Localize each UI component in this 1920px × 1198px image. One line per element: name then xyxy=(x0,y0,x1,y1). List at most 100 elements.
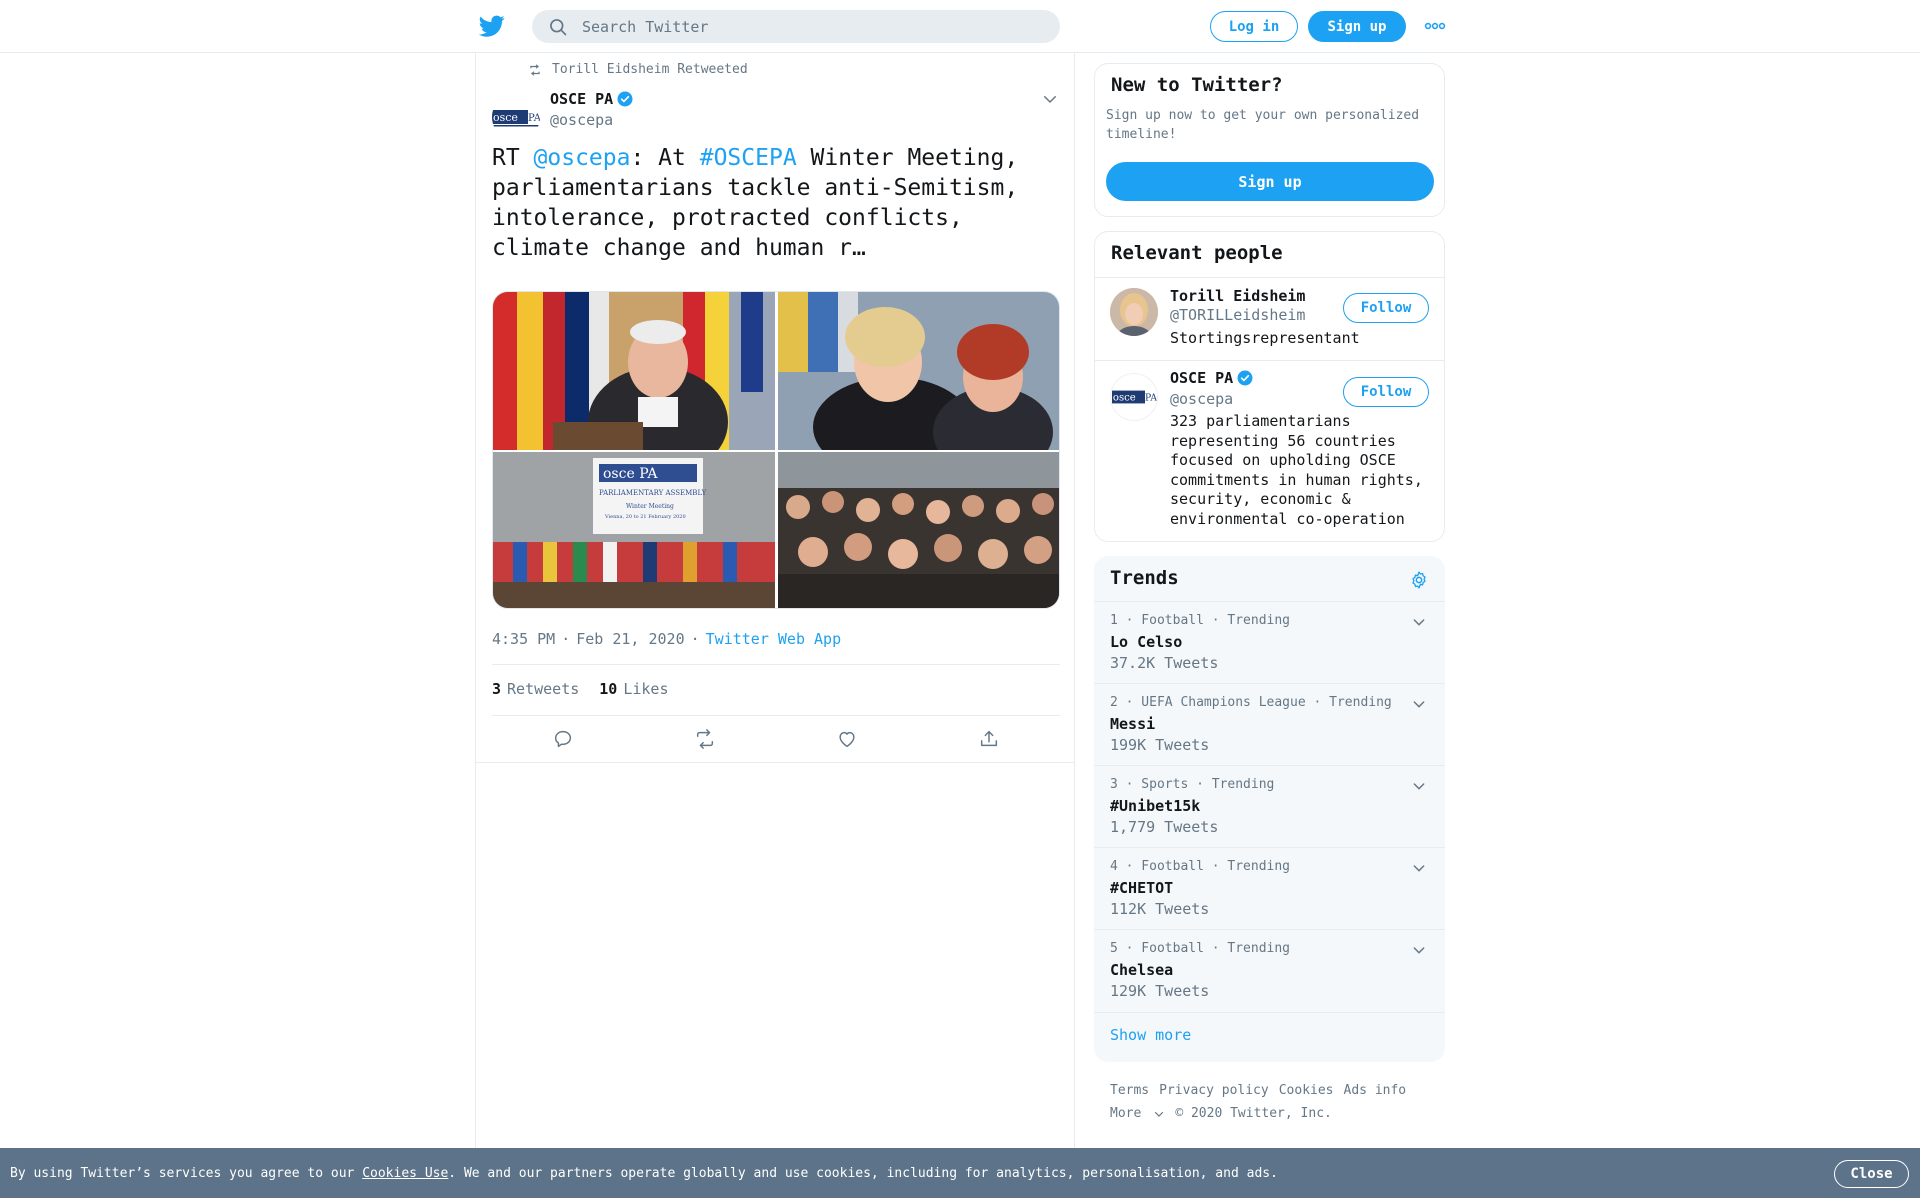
trend-item[interactable]: 5 · Football · Trending Chelsea 129K Twe… xyxy=(1094,929,1445,1011)
tweet-actions xyxy=(492,717,1060,761)
person-item[interactable]: Torill Eidsheim @TORILLeidsheim Storting… xyxy=(1095,278,1444,360)
svg-text:PA: PA xyxy=(528,113,540,124)
person-name[interactable]: Torill Eidsheim xyxy=(1170,287,1305,305)
author-handle[interactable]: @oscepa xyxy=(550,111,613,129)
person-bio: 323 parliamentarians representing 56 cou… xyxy=(1170,412,1423,528)
trend-item[interactable]: 2 · UEFA Champions League · Trending Mes… xyxy=(1094,683,1445,765)
twitter-bird-icon[interactable] xyxy=(478,13,506,39)
person-bio: Stortingsrepresentant xyxy=(1170,329,1360,347)
cookies-use-link[interactable]: Cookies Use xyxy=(362,1166,448,1181)
relevant-people-title: Relevant people xyxy=(1111,242,1283,264)
relevant-people-card: Relevant people Torill Eidsheim @TORILLe… xyxy=(1094,231,1445,542)
person-item[interactable]: osce PA OSCE PA @oscepa 323 parliamentar… xyxy=(1095,361,1444,541)
sidebar-signup-button[interactable]: Sign up xyxy=(1106,162,1434,201)
footer-more-label: More xyxy=(1110,1106,1142,1121)
trend-meta: 5 · Football · Trending xyxy=(1110,941,1291,956)
svg-text:PA: PA xyxy=(1145,393,1157,404)
search-icon xyxy=(550,18,567,35)
tweet-source-link[interactable]: Twitter Web App xyxy=(706,630,841,648)
chevron-down-icon[interactable] xyxy=(1411,696,1427,712)
osce-logo-icon: osce PA xyxy=(1112,390,1157,404)
retweets-label: Retweets xyxy=(507,680,580,698)
tweet-time[interactable]: 4:35 PM xyxy=(492,630,555,648)
cookie-close-button[interactable]: Close xyxy=(1834,1160,1909,1188)
retweet-icon xyxy=(530,63,540,76)
follow-button[interactable]: Follow xyxy=(1343,293,1429,323)
person-name-text: Torill Eidsheim xyxy=(1170,287,1306,305)
media-photo-2[interactable] xyxy=(778,292,1060,477)
trend-name: #Unibet15k xyxy=(1110,797,1201,815)
svg-text:osce: osce xyxy=(1113,393,1136,404)
trend-count: 37.2K Tweets xyxy=(1110,654,1219,672)
hashtag-link[interactable]: #OSCEPA xyxy=(700,145,797,171)
show-more-link[interactable]: Show more xyxy=(1110,1026,1191,1044)
mention-link[interactable]: @oscepa xyxy=(534,145,631,171)
banner-title-text: PARLIAMENTARY ASSEMBLY xyxy=(599,489,707,497)
author-avatar[interactable]: osce PA xyxy=(492,93,540,141)
trend-name: Lo Celso xyxy=(1110,633,1183,651)
person-avatar[interactable] xyxy=(1110,288,1158,336)
svg-text:osce: osce xyxy=(493,111,518,124)
cookie-text-before: By using Twitter’s services you agree to… xyxy=(10,1165,363,1181)
tweet-column: Torill Eidsheim Retweeted osce PA OSCE P… xyxy=(475,53,1075,1153)
search-input[interactable] xyxy=(582,17,1042,36)
banner-logo-text: osce PA xyxy=(603,466,658,482)
person-handle[interactable]: @oscepa xyxy=(1170,390,1233,408)
tweet-meta: 4:35 PM · Feb 21, 2020 · Twitter Web App xyxy=(492,630,841,648)
chevron-down-icon[interactable] xyxy=(1411,942,1427,958)
reply-icon[interactable] xyxy=(552,728,574,750)
likes-stat[interactable]: 10 Likes xyxy=(599,680,668,698)
trend-item[interactable]: 3 · Sports · Trending #Unibet15k 1,779 T… xyxy=(1094,765,1445,847)
footer-more-menu[interactable]: More xyxy=(1110,1102,1165,1125)
person-avatar[interactable]: osce PA xyxy=(1110,373,1158,421)
trend-name: Messi xyxy=(1110,715,1156,733)
media-photo-1[interactable] xyxy=(493,292,775,477)
search-bar[interactable] xyxy=(532,10,1060,43)
new-to-twitter-subtitle: Sign up now to get your own personalized… xyxy=(1106,108,1420,142)
person-handle[interactable]: @TORILLeidsheim xyxy=(1170,306,1305,324)
trend-meta: 1 · Football · Trending xyxy=(1110,613,1291,628)
footer-cookies-link[interactable]: Cookies xyxy=(1279,1083,1334,1098)
divider xyxy=(1094,1012,1445,1013)
retweets-stat[interactable]: 3 Retweets xyxy=(492,680,579,698)
footer-privacy-link[interactable]: Privacy policy xyxy=(1159,1083,1269,1098)
tweet-text-prefix: RT xyxy=(492,145,534,171)
chevron-down-icon[interactable] xyxy=(1411,778,1427,794)
share-icon[interactable] xyxy=(978,728,1000,750)
author-name[interactable]: OSCE PA xyxy=(550,90,634,108)
retweet-action-icon[interactable] xyxy=(694,728,716,750)
media-photos[interactable]: osce PA PARLIAMENTARY ASSEMBLY Winter Me… xyxy=(493,292,1060,609)
media-photo-3[interactable]: osce PA PARLIAMENTARY ASSEMBLY Winter Me… xyxy=(493,452,775,609)
chevron-down-icon[interactable] xyxy=(1411,614,1427,630)
footer-terms-link[interactable]: Terms xyxy=(1110,1083,1149,1098)
likes-label: Likes xyxy=(623,680,669,698)
trend-name: Chelsea xyxy=(1110,961,1174,979)
trend-name: #CHETOT xyxy=(1110,879,1174,897)
login-button[interactable]: Log in xyxy=(1210,11,1298,42)
footer-ads-link[interactable]: Ads info xyxy=(1344,1083,1407,1098)
trend-meta: 3 · Sports · Trending xyxy=(1110,777,1275,792)
chevron-down-icon[interactable] xyxy=(1411,860,1427,876)
like-icon[interactable] xyxy=(836,728,858,750)
tweet-text-mid: : At xyxy=(630,145,700,171)
chevron-down-icon[interactable] xyxy=(1041,90,1059,108)
signup-button[interactable]: Sign up xyxy=(1308,11,1406,42)
tweet-text: RT @oscepa: At #OSCEPA Winter Meeting, p… xyxy=(492,143,1052,263)
banner-line2-text: Vienna, 20 to 21 February 2020 xyxy=(604,514,686,520)
person-name-text: OSCE PA xyxy=(1170,369,1234,387)
follow-button[interactable]: Follow xyxy=(1343,377,1429,407)
trend-item[interactable]: 1 · Football · Trending Lo Celso 37.2K T… xyxy=(1094,601,1445,683)
person-name[interactable]: OSCE PA xyxy=(1170,369,1254,387)
trend-count: 112K Tweets xyxy=(1110,900,1210,918)
new-to-twitter-card: New to Twitter? Sign up now to get your … xyxy=(1094,63,1445,217)
more-dots-icon[interactable] xyxy=(1424,18,1446,34)
tweet-media-grid[interactable]: osce PA PARLIAMENTARY ASSEMBLY Winter Me… xyxy=(492,291,1060,609)
trend-meta: 2 · UEFA Champions League · Trending xyxy=(1110,695,1392,710)
trend-count: 1,779 Tweets xyxy=(1110,818,1219,836)
media-photo-4[interactable] xyxy=(778,452,1060,609)
tweet-date[interactable]: Feb 21, 2020 xyxy=(576,630,684,648)
cookie-banner: By using Twitter’s services you agree to… xyxy=(0,1148,1920,1198)
trend-count: 199K Tweets xyxy=(1110,736,1210,754)
gear-icon[interactable] xyxy=(1409,570,1429,590)
trend-item[interactable]: 4 · Football · Trending #CHETOT 112K Twe… xyxy=(1094,847,1445,929)
